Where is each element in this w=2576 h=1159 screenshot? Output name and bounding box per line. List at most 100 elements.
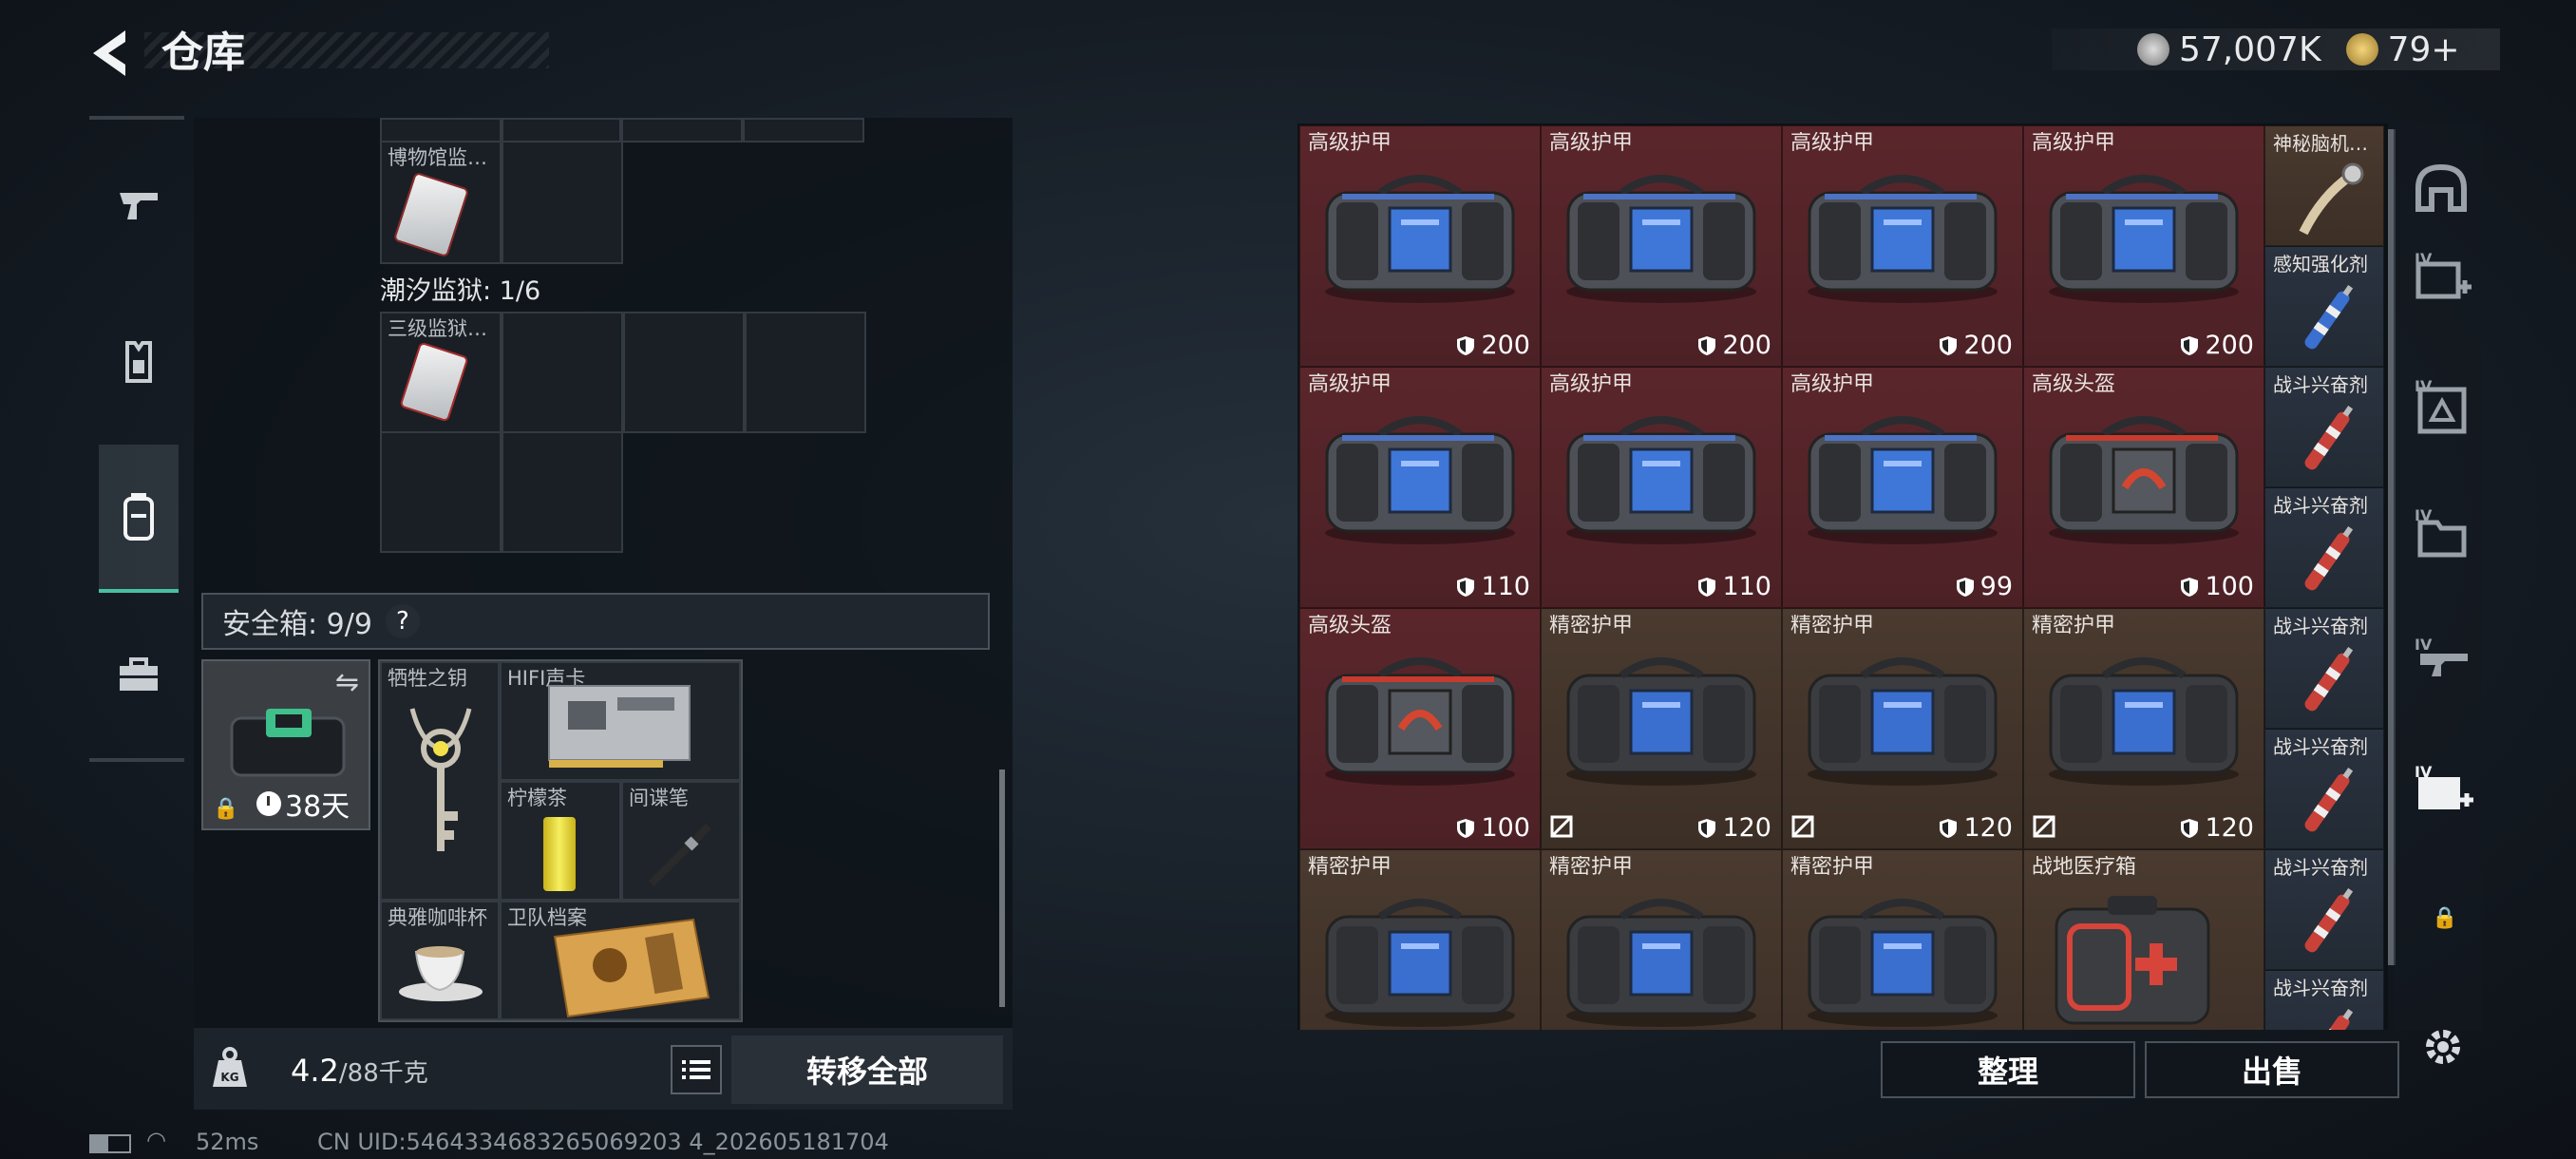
injector-icon xyxy=(2284,398,2370,484)
durability: 120 xyxy=(1697,813,1771,843)
armor-bag-icon xyxy=(1555,888,1768,1030)
item-hifi-sound-card[interactable]: HIFI声卡 xyxy=(500,661,741,781)
durability: 100 xyxy=(2180,572,2254,601)
gun-slot-icon[interactable]: IV xyxy=(2413,635,2473,682)
item-label: 柠檬茶 xyxy=(507,787,567,809)
injector-icon xyxy=(2284,1001,2370,1030)
armor-bag-icon xyxy=(1314,888,1526,1030)
inventory-item[interactable]: 战地医疗箱 xyxy=(2023,849,2264,1030)
wifi-icon: ◠ xyxy=(146,1127,166,1153)
durability: 99 xyxy=(1956,572,2013,601)
inventory-item-small[interactable]: 战斗兴奋剂 xyxy=(2264,849,2384,970)
inventory-item-small[interactable]: 感知强化剂 xyxy=(2264,246,2384,367)
grid-cell[interactable] xyxy=(623,312,745,433)
gun-icon xyxy=(116,185,161,223)
no-insure-icon xyxy=(1790,814,1815,839)
grid-cell[interactable] xyxy=(621,118,743,142)
nav-weapons[interactable] xyxy=(99,152,179,256)
shield-icon xyxy=(2180,818,2199,839)
inventory-item[interactable]: 精密护甲 120 xyxy=(2023,608,2264,849)
item-prison-keycard[interactable]: 三级监狱… xyxy=(380,312,502,433)
grid-cell[interactable] xyxy=(380,118,502,142)
folder-slot-icon[interactable]: IV xyxy=(2413,505,2473,559)
grid-cell[interactable] xyxy=(502,118,621,142)
inventory-item[interactable]: 精密护甲 xyxy=(1541,849,1782,1030)
inventory-item[interactable]: 高级护甲 200 xyxy=(2023,125,2264,367)
swap-icon[interactable]: ⇋ xyxy=(335,669,359,697)
item-lemon-tea[interactable]: 柠檬茶 xyxy=(500,781,621,901)
grid-cell[interactable] xyxy=(502,431,623,553)
grid-cell[interactable] xyxy=(502,141,623,264)
durability: 110 xyxy=(1456,572,1530,601)
inventory-item[interactable]: 高级头盔 100 xyxy=(1299,608,1541,849)
item-museum-keycard[interactable]: 博物馆监… xyxy=(380,141,502,264)
sort-button[interactable]: 整理 xyxy=(1881,1041,2135,1098)
transfer-all-button[interactable]: 转移全部 xyxy=(731,1036,1003,1104)
grid-cell[interactable] xyxy=(745,312,866,433)
stash-scrollbar[interactable] xyxy=(999,770,1005,1007)
item-spy-pen[interactable]: 间谍笔 xyxy=(621,781,741,901)
armor-slot-icon[interactable]: IV xyxy=(2413,249,2473,304)
injector-icon xyxy=(2284,881,2370,966)
list-icon xyxy=(682,1058,710,1081)
inventory-item[interactable]: 精密护甲 xyxy=(1782,849,2023,1030)
list-view-button[interactable] xyxy=(671,1045,722,1094)
nav-equipment[interactable] xyxy=(99,310,179,414)
armor-bag-icon xyxy=(2037,164,2250,307)
inventory-item-small[interactable]: 战斗兴奋剂 xyxy=(2264,729,2384,849)
durability: 200 xyxy=(1939,331,2013,360)
weight-max: /88千克 xyxy=(338,1059,428,1088)
armor-bag-icon xyxy=(1796,164,2009,307)
item-label: 战斗兴奋剂 xyxy=(2273,856,2368,879)
shield-icon xyxy=(2180,335,2199,356)
durability: 200 xyxy=(1697,331,1771,360)
item-label: 战斗兴奋剂 xyxy=(2273,735,2368,758)
settings-gear-icon[interactable] xyxy=(2420,1024,2466,1070)
grid-cell[interactable] xyxy=(502,312,623,433)
inventory-item[interactable]: 高级护甲 110 xyxy=(1541,367,1782,608)
item-coffee-cup[interactable]: 典雅咖啡杯 xyxy=(380,901,500,1020)
item-sacrifice-key[interactable]: 牺牲之钥 xyxy=(380,661,500,901)
inventory-item[interactable]: 高级护甲 200 xyxy=(1541,125,1782,367)
inventory-item-small[interactable]: 战斗兴奋剂 xyxy=(2264,367,2384,487)
sell-button[interactable]: 出售 xyxy=(2145,1041,2399,1098)
inventory-item[interactable]: 精密护甲 120 xyxy=(1782,608,2023,849)
inventory-item[interactable]: 高级护甲 200 xyxy=(1782,125,2023,367)
inventory-item-small[interactable]: 战斗兴奋剂 xyxy=(2264,970,2384,1030)
shield-icon xyxy=(1456,577,1475,598)
durability-value: 200 xyxy=(1481,331,1530,360)
inventory-item-small[interactable]: 神秘脑机… xyxy=(2264,125,2384,246)
item-label: 神秘脑机… xyxy=(2273,132,2368,155)
inventory-item[interactable]: 高级护甲 110 xyxy=(1299,367,1541,608)
grid-cell[interactable] xyxy=(380,431,502,553)
inventory-item-small[interactable]: 战斗兴奋剂 xyxy=(2264,487,2384,608)
armor-bag-icon xyxy=(1314,164,1526,307)
medkit-slot-icon[interactable]: IV xyxy=(2413,762,2475,815)
nav-divider-bottom xyxy=(89,758,184,762)
inventory-item[interactable]: 精密护甲 xyxy=(1299,849,1541,1030)
currency-bar: 57,007K 79+ xyxy=(2052,28,2500,70)
armor-bag-icon xyxy=(1555,164,1768,307)
rig-slot-icon[interactable]: IV xyxy=(2413,376,2473,437)
inventory-item[interactable]: 精密护甲 120 xyxy=(1541,608,1782,849)
inventory-item[interactable]: 高级头盔 100 xyxy=(2023,367,2264,608)
helmet-slot-icon[interactable] xyxy=(2413,162,2470,215)
inventory-item[interactable]: 高级护甲 200 xyxy=(1299,125,1541,367)
item-guard-file[interactable]: 卫队档案 xyxy=(500,901,741,1020)
uid-text: CN UID:5464334683265069203 4_20260518170… xyxy=(317,1129,889,1155)
shield-icon xyxy=(1956,577,1975,598)
currency-value: 57,007K xyxy=(2179,29,2321,69)
item-label: 精密护甲 xyxy=(1308,856,1392,879)
injector-icon xyxy=(2284,277,2370,363)
shield-icon xyxy=(2180,577,2199,598)
safe-box-container[interactable]: ⇋ 🔒 38天 xyxy=(201,659,370,830)
help-icon[interactable]: ? xyxy=(385,604,420,638)
injector-icon xyxy=(2284,639,2370,725)
durability-value: 120 xyxy=(1963,813,2013,843)
inventory-item[interactable]: 高级护甲 99 xyxy=(1782,367,2023,608)
grid-cell[interactable] xyxy=(743,118,864,142)
inventory-item-small[interactable]: 战斗兴奋剂 xyxy=(2264,608,2384,729)
nav-backpack[interactable] xyxy=(99,445,179,593)
back-button[interactable] xyxy=(87,27,135,80)
nav-toolbox[interactable] xyxy=(99,623,179,728)
